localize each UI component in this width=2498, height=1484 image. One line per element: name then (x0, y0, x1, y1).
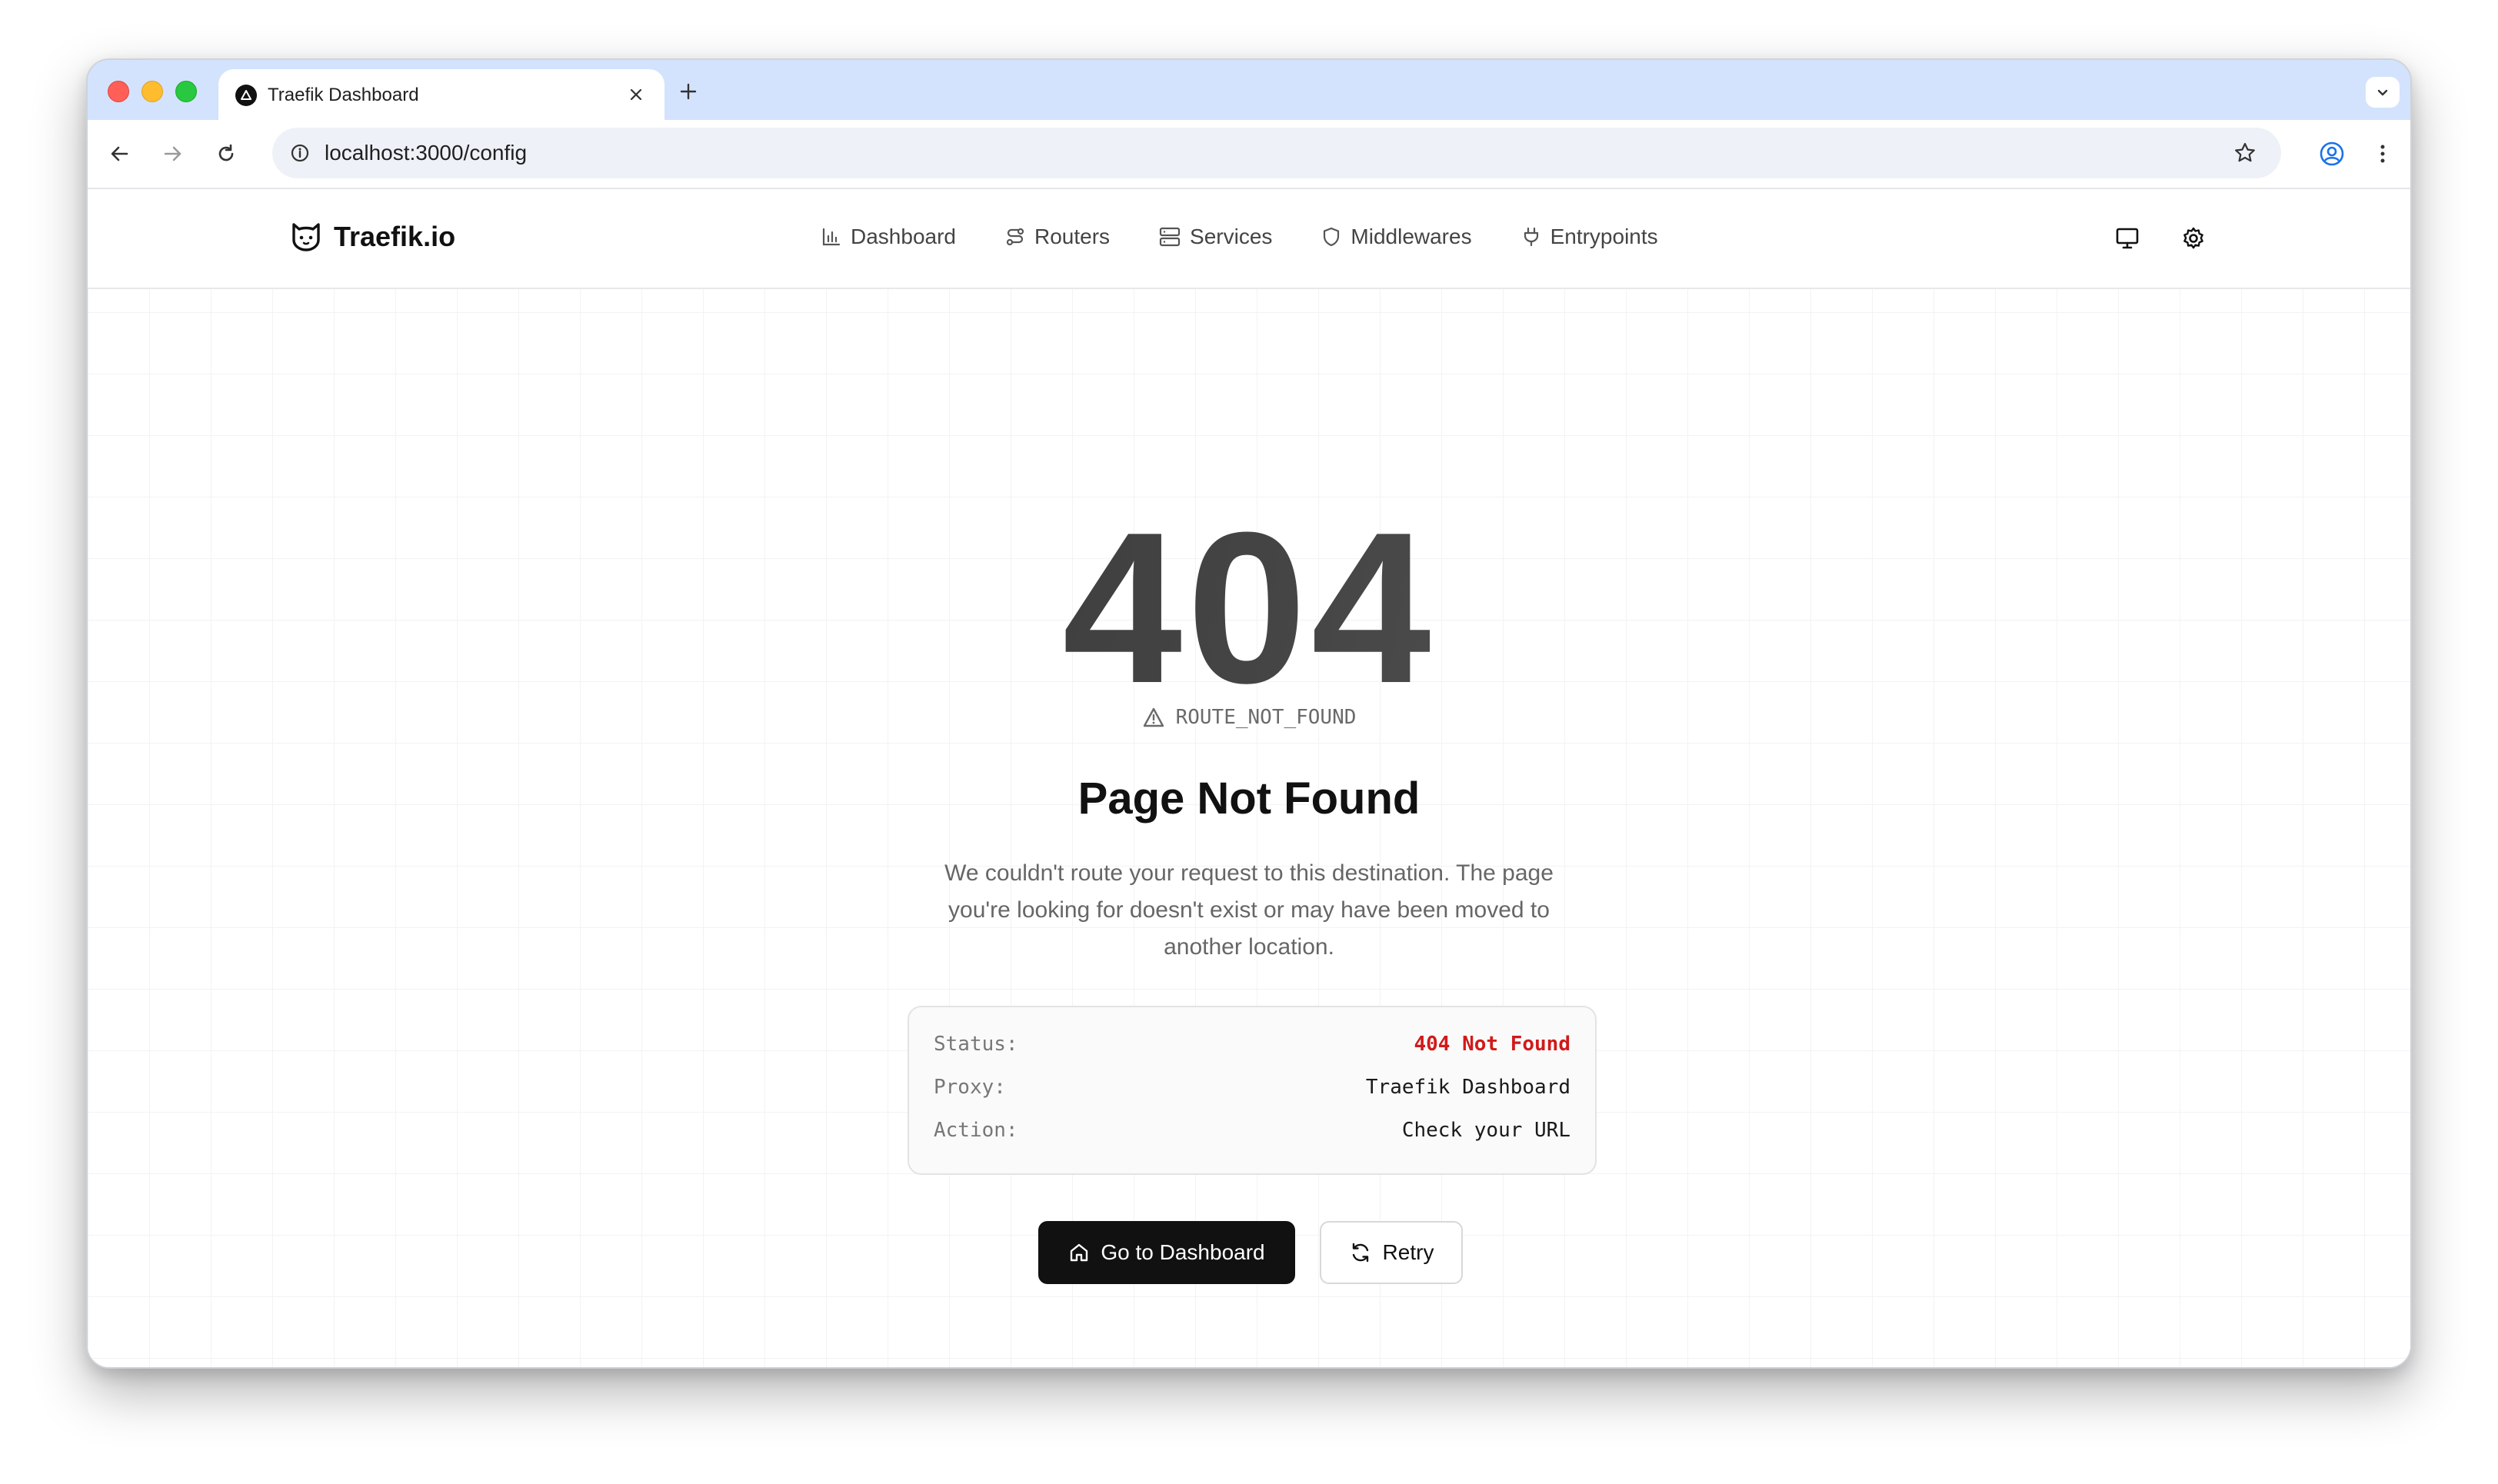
nav-item-routers[interactable]: Routers (1005, 221, 1110, 252)
nav-label: Entrypoints (1550, 225, 1658, 248)
status-details-card: Status: 404 Not Found Proxy: Traefik Das… (908, 1006, 1597, 1175)
forward-arrow-icon[interactable] (155, 137, 189, 171)
status-row: Status: 404 Not Found (934, 1030, 1570, 1073)
action-key: Action: (934, 1119, 1018, 1142)
error-label: ROUTE_NOT_FOUND (1175, 706, 1357, 729)
action-row: Action: Check your URL (934, 1116, 1570, 1160)
nav-label: Services (1190, 225, 1273, 248)
url-text[interactable]: localhost:3000/config (325, 141, 527, 165)
bar-chart-icon (822, 228, 841, 246)
monitor-icon[interactable] (2112, 223, 2143, 254)
server-icon (1159, 227, 1181, 247)
tab-title: Traefik Dashboard (268, 85, 419, 105)
main-nav: Dashboard Routers Services Middlewares E… (821, 221, 1658, 252)
brand-name: Traefik.io (334, 221, 456, 252)
retry-button[interactable]: Retry (1320, 1221, 1463, 1284)
plug-icon (1524, 227, 1538, 247)
proxy-row: Proxy: Traefik Dashboard (934, 1073, 1570, 1116)
browser-tab-active[interactable]: Traefik Dashboard (218, 69, 664, 120)
close-tab-icon[interactable] (624, 83, 648, 106)
nav-item-dashboard[interactable]: Dashboard (821, 221, 956, 252)
app-navbar: Traefik.io Dashboard Routers Services Mi… (88, 189, 2410, 289)
warning-triangle-icon (1143, 707, 1164, 727)
cat-logo-icon (292, 223, 320, 251)
route-icon (1006, 228, 1024, 246)
status-key: Status: (934, 1033, 1018, 1056)
maximize-window-button[interactable] (175, 81, 197, 102)
reload-icon[interactable] (209, 137, 243, 171)
nav-item-services[interactable]: Services (1159, 221, 1272, 252)
home-icon (1071, 1243, 1088, 1262)
go-to-dashboard-label: Go to Dashboard (1101, 1240, 1265, 1264)
go-to-dashboard-button[interactable]: Go to Dashboard (1038, 1221, 1295, 1284)
page-title: Page Not Found (1077, 774, 1421, 824)
nav-label: Routers (1034, 225, 1111, 248)
traefik-favicon-icon (235, 85, 257, 106)
close-window-button[interactable] (108, 81, 129, 102)
minimize-window-button[interactable] (142, 81, 163, 102)
shield-icon (1324, 227, 1340, 247)
nav-item-entrypoints[interactable]: Entrypoints (1521, 221, 1658, 252)
back-arrow-icon[interactable] (103, 137, 137, 171)
address-bar[interactable]: localhost:3000/config (272, 128, 2281, 178)
error-description: We couldn't route your request to this d… (944, 860, 1554, 960)
status-value: 404 Not Found (1414, 1033, 1571, 1056)
page-viewport: Traefik.io Dashboard Routers Services Mi… (88, 189, 2410, 1367)
new-tab-icon[interactable] (677, 80, 700, 103)
brand-logo[interactable]: Traefik.io (289, 220, 455, 254)
refresh-icon (1352, 1243, 1368, 1263)
site-info-icon[interactable] (288, 141, 312, 165)
desktop: Traefik Dashboard localhost:3000/config … (0, 0, 2498, 1484)
action-value: Check your URL (1401, 1119, 1570, 1142)
nav-label: Middlewares (1351, 225, 1472, 248)
tab-strip: Traefik Dashboard (88, 60, 2410, 120)
more-menu-icon[interactable] (2366, 137, 2400, 171)
nav-label: Dashboard (851, 225, 956, 248)
browser-toolbar: localhost:3000/config (88, 120, 2410, 189)
tab-search-chevron-down-icon[interactable] (2366, 77, 2400, 108)
gear-icon[interactable] (2178, 223, 2209, 254)
browser-window: Traefik Dashboard localhost:3000/config … (86, 58, 2412, 1369)
proxy-value: Traefik Dashboard (1365, 1076, 1570, 1099)
retry-label: Retry (1382, 1240, 1434, 1264)
error-label-row: ROUTE_NOT_FOUND (88, 706, 2410, 729)
proxy-key: Proxy: (934, 1076, 1006, 1099)
bookmark-star-icon[interactable] (2232, 140, 2258, 166)
profile-avatar-icon[interactable] (2315, 137, 2349, 171)
error-code: 404 (88, 493, 2410, 724)
nav-item-middlewares[interactable]: Middlewares (1321, 221, 1472, 252)
